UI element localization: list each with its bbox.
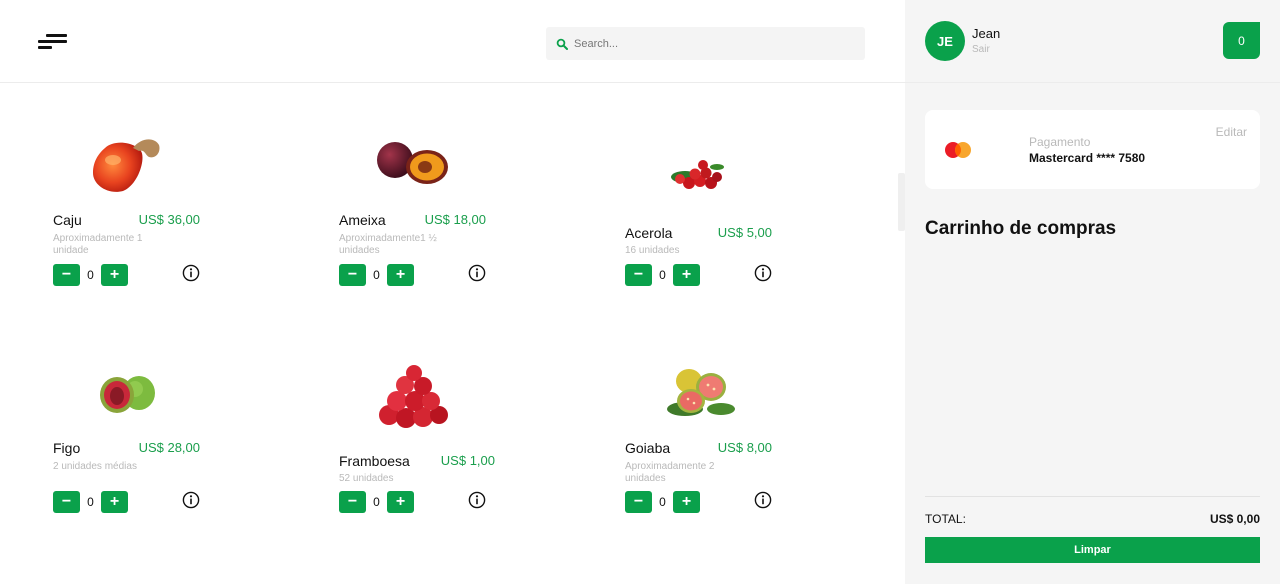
quantity-value: 0 (87, 495, 94, 509)
product-description: 16 unidades (625, 245, 680, 256)
increase-button[interactable]: + (387, 264, 414, 286)
product-price: US$ 8,00 (717, 440, 772, 455)
product-name: Framboesa (339, 453, 410, 469)
user-header: JE Jean Sair 0 (905, 0, 1280, 83)
product-description: Aproximadamente 2 unidades (625, 461, 715, 484)
product-card-ameixa: Ameixa US$ 18,00 Aproximadamente1 ½ unid… (339, 115, 489, 315)
decrease-button[interactable]: − (53, 491, 80, 513)
increase-button[interactable]: + (101, 264, 128, 286)
quantity-value: 0 (373, 495, 380, 509)
quantity-value: 0 (659, 268, 666, 282)
decrease-button[interactable]: − (625, 491, 652, 513)
total-value: US$ 0,00 (1209, 512, 1260, 526)
quantity-value: 0 (659, 495, 666, 509)
decrease-button[interactable]: − (53, 264, 80, 286)
cart-title: Carrinho de compras (925, 218, 1117, 239)
product-price: US$ 18,00 (424, 212, 486, 227)
product-name: Caju (53, 212, 82, 228)
product-name: Ameixa (339, 212, 386, 228)
avatar: JE (925, 21, 965, 61)
info-icon[interactable] (468, 491, 486, 509)
total-label: TOTAL: (925, 512, 966, 526)
increase-button[interactable]: + (673, 491, 700, 513)
menu-icon[interactable] (38, 32, 70, 50)
logout-link[interactable]: Sair (972, 44, 990, 55)
increase-button[interactable]: + (387, 491, 414, 513)
cashew-fruit-image (93, 139, 160, 192)
quantity-stepper: − 0 + (53, 264, 128, 286)
plum-image (377, 142, 448, 184)
mastercard-icon (945, 142, 971, 158)
quantity-stepper: − 0 + (625, 264, 700, 286)
info-icon[interactable] (182, 491, 200, 509)
main-area: Caju US$ 36,00 Aproximadamente 1 unidade… (0, 0, 905, 584)
increase-button[interactable]: + (101, 491, 128, 513)
decrease-button[interactable]: − (625, 264, 652, 286)
payment-card: Pagamento Mastercard **** 7580 Editar (925, 110, 1260, 189)
product-card-framboesa: Framboesa US$ 1,00 52 unidades − 0 + (339, 343, 495, 543)
raspberries-image (379, 365, 448, 428)
guava-image (667, 369, 735, 416)
quantity-stepper: − 0 + (339, 491, 414, 513)
edit-payment-link[interactable]: Editar (1216, 125, 1247, 139)
product-name: Goiaba (625, 440, 671, 456)
product-description: Aproximadamente1 ½ unidades (339, 233, 437, 256)
product-description: Aproximadamente 1 unidade (53, 233, 143, 256)
search-input[interactable] (574, 37, 854, 50)
product-price: US$ 36,00 (138, 212, 200, 227)
divider (925, 496, 1260, 497)
info-icon[interactable] (468, 264, 486, 282)
product-card-goiaba: Goiaba US$ 8,00 Aproximadamente 2 unidad… (625, 343, 775, 543)
info-icon[interactable] (754, 491, 772, 509)
product-card-caju: Caju US$ 36,00 Aproximadamente 1 unidade… (53, 115, 203, 315)
payment-method: Mastercard **** 7580 (1029, 151, 1146, 165)
quantity-value: 0 (373, 268, 380, 282)
product-card-figo: Figo US$ 28,00 2 unidades médias − 0 + (53, 343, 203, 543)
product-name: Acerola (625, 225, 673, 241)
search-icon (556, 38, 568, 50)
product-name: Figo (53, 440, 81, 456)
increase-button[interactable]: + (673, 264, 700, 286)
fig-image (100, 376, 155, 413)
product-price: US$ 28,00 (138, 440, 200, 455)
product-price: US$ 5,00 (717, 225, 772, 240)
quantity-stepper: − 0 + (53, 491, 128, 513)
user-name: Jean (972, 26, 1001, 41)
cart-count-button[interactable]: 0 (1223, 22, 1260, 59)
acerola-image (671, 160, 724, 189)
search-bar[interactable] (546, 27, 865, 60)
decrease-button[interactable]: − (339, 491, 366, 513)
product-description: 2 unidades médias (53, 461, 137, 472)
quantity-value: 0 (87, 268, 94, 282)
clear-cart-button[interactable]: Limpar (925, 537, 1260, 563)
product-card-acerola: Acerola US$ 5,00 16 unidades − 0 + (625, 115, 775, 315)
product-price: US$ 1,00 (440, 453, 495, 468)
payment-label: Pagamento (1029, 135, 1091, 149)
decrease-button[interactable]: − (339, 264, 366, 286)
quantity-stepper: − 0 + (625, 491, 700, 513)
header (0, 0, 905, 83)
info-icon[interactable] (182, 264, 200, 282)
scrollbar[interactable] (898, 173, 905, 231)
product-description: 52 unidades (339, 473, 394, 484)
quantity-stepper: − 0 + (339, 264, 414, 286)
cart-sidebar: JE Jean Sair 0 Pagamento Mastercard ****… (905, 0, 1280, 584)
info-icon[interactable] (754, 264, 772, 282)
